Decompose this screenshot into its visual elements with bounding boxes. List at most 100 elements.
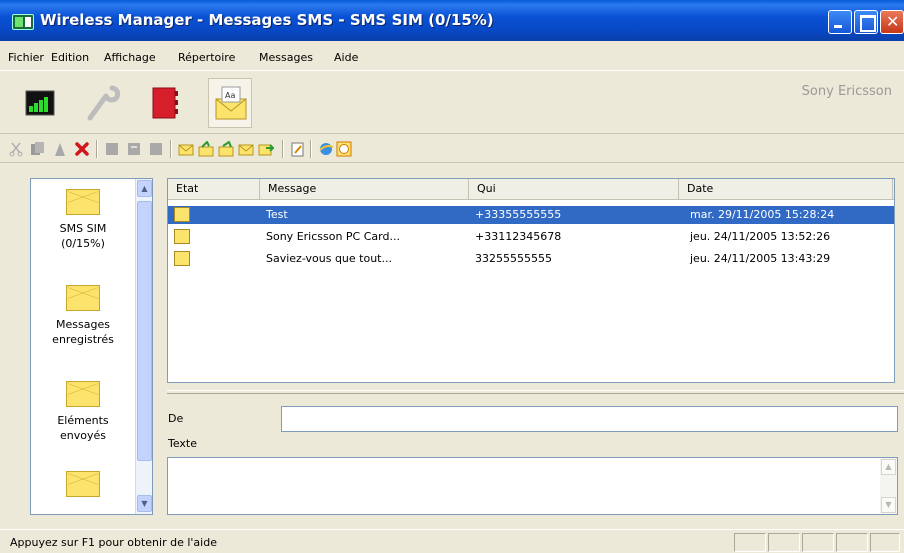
status-panel <box>768 533 800 552</box>
sms-state-icon <box>174 207 190 222</box>
row-message: Saviez-vous que tout... <box>266 252 392 265</box>
menu-fichier[interactable]: Fichier <box>8 51 44 64</box>
reply-icon[interactable] <box>198 141 214 157</box>
row-date: mar. 29/11/2005 15:28:24 <box>690 208 835 221</box>
send-icon[interactable] <box>258 141 274 157</box>
row-message: Sony Ericsson PC Card... <box>266 230 400 243</box>
delete-icon[interactable] <box>74 141 90 157</box>
toolbar-separator <box>96 140 98 158</box>
status-panel <box>734 533 766 552</box>
scroll-thumb[interactable] <box>137 201 152 461</box>
de-label: De <box>168 412 184 425</box>
new-message-icon[interactable] <box>178 141 194 157</box>
main-toolbar: Aa Sony Ericsson <box>0 72 904 134</box>
svg-text:Aa: Aa <box>225 91 235 100</box>
nav-sublabel: enregistrés <box>52 333 114 346</box>
paste-icon[interactable] <box>52 141 68 157</box>
sms-state-icon <box>174 229 190 244</box>
toolbar-separator <box>310 140 312 158</box>
internet-icon[interactable] <box>318 141 334 157</box>
row-qui: +33112345678 <box>475 230 562 243</box>
status-text: Appuyez sur F1 pour obtenir de l'aide <box>10 536 217 549</box>
menu-affichage[interactable]: Affichage <box>104 51 156 64</box>
column-header-date[interactable]: Date <box>679 179 893 200</box>
nav-item-other[interactable] <box>31 471 135 503</box>
row-date: jeu. 24/11/2005 13:43:29 <box>690 252 831 265</box>
sent-card-icon <box>66 381 100 407</box>
saved-envelope-icon <box>66 285 100 311</box>
nav-item-messages-enregistres[interactable]: Messages enregistrés <box>31 285 135 347</box>
status-bar: Appuyez sur F1 pour obtenir de l'aide <box>0 529 904 553</box>
scroll-up-arrow[interactable]: ▲ <box>881 459 896 475</box>
scroll-up-arrow[interactable]: ▲ <box>137 180 152 197</box>
texte-area[interactable]: ▲ ▼ <box>167 457 898 515</box>
row-qui: +33355555555 <box>475 208 562 221</box>
forward-icon[interactable] <box>218 141 234 157</box>
table-row[interactable]: Saviez-vous que tout... 33255555555 jeu.… <box>168 250 894 268</box>
address-book-icon <box>152 87 178 119</box>
card-icon <box>66 471 100 497</box>
toolbar-separator <box>282 140 284 158</box>
status-panel <box>802 533 834 552</box>
clock-icon[interactable] <box>336 141 352 157</box>
nav-scrollbar[interactable]: ▲ ▼ <box>135 179 152 514</box>
menu-edition[interactable]: Edition <box>51 51 89 64</box>
menu-bar: Fichier Edition Affichage Répertoire Mes… <box>0 41 904 71</box>
texte-label: Texte <box>168 437 198 450</box>
de-field[interactable] <box>281 406 898 432</box>
scroll-down-arrow[interactable]: ▼ <box>137 495 152 512</box>
nav-sublabel: envoyés <box>60 429 106 442</box>
window-title: Wireless Manager - Messages SMS - SMS SI… <box>40 11 494 29</box>
minimize-button[interactable] <box>828 10 852 34</box>
menu-repertoire[interactable]: Répertoire <box>178 51 235 64</box>
nav-sublabel: (0/15%) <box>61 237 105 250</box>
row-qui: 33255555555 <box>475 252 552 265</box>
nav-label: Messages <box>56 318 110 331</box>
contacts-button[interactable] <box>143 78 187 128</box>
messages-button[interactable]: Aa <box>208 78 252 128</box>
row-date: jeu. 24/11/2005 13:52:26 <box>690 230 831 243</box>
column-header-etat[interactable]: Etat <box>168 179 260 200</box>
brand-label: Sony Ericsson <box>801 84 892 99</box>
cut-icon[interactable] <box>8 141 24 157</box>
sms-envelope-icon <box>66 189 100 215</box>
status-panel <box>836 533 868 552</box>
close-icon: ✕ <box>886 12 900 31</box>
list-header: Etat Message Qui Date <box>168 179 894 200</box>
move-down-icon[interactable] <box>126 141 142 157</box>
title-bar: Wireless Manager - Messages SMS - SMS SI… <box>0 0 904 41</box>
close-button[interactable]: ✕ <box>880 10 904 34</box>
nav-label: Eléments <box>57 414 109 427</box>
nav-label: SMS SIM <box>59 222 107 235</box>
message-envelope-icon: Aa <box>215 86 247 120</box>
edit-note-icon[interactable] <box>290 141 306 157</box>
nav-item-elements-envoyes[interactable]: Eléments envoyés <box>31 381 135 443</box>
row-message: Test <box>266 208 288 221</box>
folder-icon[interactable] <box>148 141 164 157</box>
secondary-toolbar <box>0 135 904 163</box>
table-row[interactable]: Sony Ericsson PC Card... +33112345678 je… <box>168 228 894 246</box>
table-row[interactable]: Test +33355555555 mar. 29/11/2005 15:28:… <box>168 206 894 224</box>
signal-monitor-icon <box>25 90 55 116</box>
status-panel <box>870 533 900 552</box>
wrench-icon <box>87 85 121 121</box>
texte-scrollbar[interactable]: ▲ ▼ <box>880 458 897 514</box>
folder-navigation: SMS SIM (0/15%) Messages enregistrés Elé… <box>30 178 153 515</box>
maximize-button[interactable] <box>854 10 878 34</box>
nav-item-sms-sim[interactable]: SMS SIM (0/15%) <box>31 189 135 251</box>
menu-aide[interactable]: Aide <box>334 51 358 64</box>
send-receive-icon[interactable] <box>238 141 254 157</box>
scroll-down-arrow[interactable]: ▼ <box>881 497 896 513</box>
settings-button[interactable] <box>78 78 122 128</box>
pane-splitter[interactable] <box>167 390 904 394</box>
column-header-qui[interactable]: Qui <box>469 179 679 200</box>
toolbar-separator <box>170 140 172 158</box>
app-icon[interactable] <box>12 14 34 30</box>
copy-icon[interactable] <box>30 141 46 157</box>
column-header-message[interactable]: Message <box>260 179 469 200</box>
move-up-icon[interactable] <box>104 141 120 157</box>
sms-state-icon <box>174 251 190 266</box>
menu-messages[interactable]: Messages <box>259 51 313 64</box>
phone-status-button[interactable] <box>18 78 62 128</box>
message-list: Etat Message Qui Date Test +33355555555 … <box>167 178 895 383</box>
